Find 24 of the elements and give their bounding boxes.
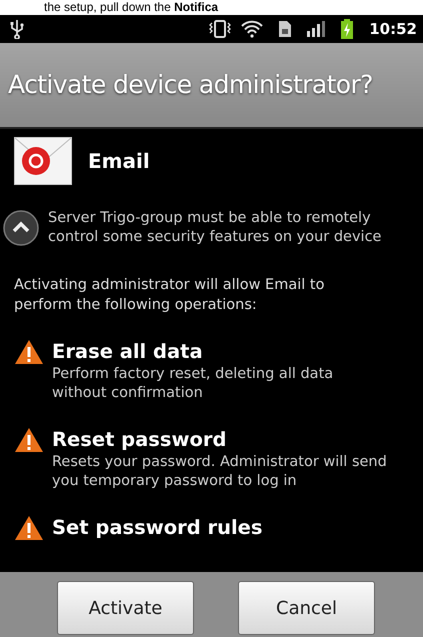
operation-title: Erase all data — [52, 339, 204, 365]
email-app-icon — [14, 137, 72, 185]
dialog-button[interactable]: Activate — [57, 581, 194, 635]
intro-text: Activating administrator will allow Email to perform the following operations: — [14, 276, 326, 315]
warning-icon — [14, 427, 44, 453]
signal-icon — [307, 21, 326, 37]
wifi-icon — [241, 20, 264, 38]
warning-icon — [14, 339, 44, 365]
usb-icon — [10, 19, 24, 39]
app-name: Email — [88, 148, 150, 175]
operation-title: Reset password — [52, 427, 228, 453]
clock-time: 10:52 — [369, 18, 417, 40]
vibrate-icon — [207, 19, 234, 39]
operation-detail: Resets your password. Administrator will send you temporary password to log in — [52, 453, 387, 491]
description-text: Server Trigo-group must be able to remotely control some security features on your device — [48, 209, 382, 247]
caption-text: the setup, pull down the Notifica — [43, 0, 220, 15]
dialog-title: Activate device administrator? — [8, 69, 373, 102]
battery-charging-icon — [341, 19, 354, 39]
operation-title: Set password rules — [52, 515, 263, 541]
operation-detail: Perform factory reset, deleting all data without confirmation — [52, 365, 334, 403]
dialog-button[interactable]: Cancel — [238, 581, 375, 635]
collapse-toggle[interactable] — [2, 209, 40, 247]
warning-icon — [14, 515, 44, 541]
sim-card-icon — [279, 21, 292, 37]
